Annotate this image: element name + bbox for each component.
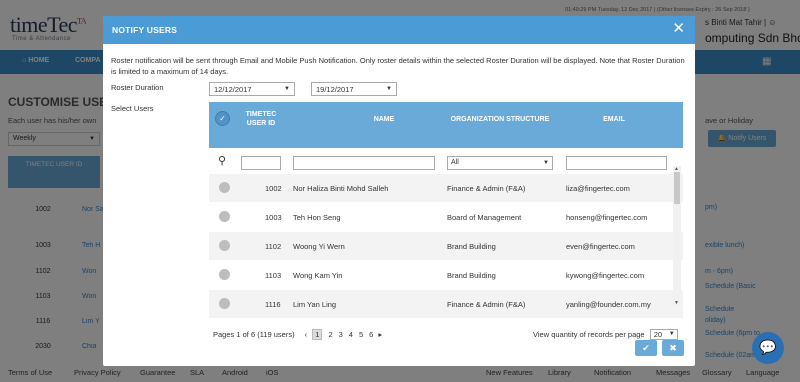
cell-email: liza@fingertec.com [566, 184, 630, 193]
cell-org: Brand Building [447, 271, 496, 280]
date-to-value: 19/12/2017 [316, 85, 354, 94]
date-from-select[interactable]: 12/12/2017 ▼ [209, 82, 295, 96]
cell-org: Brand Building [447, 242, 496, 251]
cancel-button[interactable]: ✖ [662, 340, 684, 356]
close-icon[interactable]: ✕ [672, 21, 685, 37]
chevron-down-icon: ▼ [284, 86, 290, 92]
cancel-icon: ✖ [669, 343, 677, 353]
cell-email: kywong@fingertec.com [566, 271, 645, 280]
chevron-down-icon: ▼ [386, 86, 392, 92]
row-select-checkbox[interactable] [219, 269, 230, 280]
table-row[interactable]: 1103 Wong Kam Yin Brand Building kywong@fin… [209, 261, 683, 289]
next-page-icon[interactable]: ▸ [378, 330, 382, 339]
per-page-select[interactable]: 20 ▼ [649, 329, 678, 340]
org-filter-select[interactable]: All ▼ [447, 156, 553, 170]
confirm-button[interactable]: ✔ [635, 340, 657, 356]
org-filter-value: All [451, 159, 459, 166]
user-id-filter-input[interactable] [241, 156, 281, 170]
cell-org: Board of Management [447, 213, 522, 222]
select-users-label: Select Users [111, 104, 154, 113]
users-table-body: 1002 Nor Haliza Binti Mohd Salleh Finance … [209, 174, 683, 320]
scrollbar-thumb[interactable] [674, 172, 680, 204]
name-filter-input[interactable] [293, 156, 435, 170]
cell-name: Wong Kam Yin [293, 271, 343, 280]
cell-email: honseng@fingertec.com [566, 213, 648, 222]
row-select-checkbox[interactable] [219, 211, 230, 222]
pagination-summary: Pages 1 of 6 (119 users) [213, 330, 295, 339]
page-link-6[interactable]: 6 [369, 330, 373, 339]
cell-name: Lim Yan Ling [293, 300, 337, 309]
email-filter-input[interactable] [566, 156, 667, 170]
page-link-4[interactable]: 4 [349, 330, 353, 339]
cell-email: yanling@founder.com.my [566, 300, 651, 309]
select-all-checkbox[interactable]: ✓ [215, 111, 230, 126]
chevron-down-icon: ▼ [543, 160, 549, 166]
date-to-select[interactable]: 19/12/2017 ▼ [311, 82, 397, 96]
cell-org: Finance & Admin (F&A) [447, 300, 526, 309]
col-user-id[interactable]: TIMETEC USER ID [237, 110, 285, 128]
table-scrollbar[interactable]: ▲ ▼ [673, 166, 681, 306]
cell-org: Finance & Admin (F&A) [447, 184, 526, 193]
chevron-down-icon: ▼ [668, 331, 675, 337]
modal-title: NOTIFY USERS [112, 25, 178, 35]
search-icon: ⚲ [218, 155, 227, 167]
cell-email: even@fingertec.com [566, 242, 635, 251]
users-table-header: ✓ TIMETEC USER ID NAME ORGANIZATION STRU… [209, 102, 683, 148]
cell-user-id: 1116 [265, 300, 281, 309]
page-link-5[interactable]: 5 [359, 330, 363, 339]
cell-name: Woong Yi Wern [293, 242, 345, 251]
prev-page-icon[interactable]: ‹ [305, 330, 308, 339]
roster-notice: Roster notification will be sent through… [111, 56, 685, 76]
table-row[interactable]: 1003 Teh Hon Seng Board of Management honse… [209, 203, 683, 231]
per-page-label: View quantity of records per page [533, 330, 645, 339]
row-select-checkbox[interactable] [219, 240, 230, 251]
records-per-page: View quantity of records per page 20 ▼ [533, 329, 678, 340]
scroll-down-icon[interactable]: ▼ [674, 300, 679, 306]
roster-duration-label: Roster Duration [111, 83, 164, 92]
cell-name: Teh Hon Seng [293, 213, 341, 222]
pagination: Pages 1 of 6 (119 users) ‹ 123456 ▸ [213, 329, 382, 340]
page-numbers: 123456 [309, 329, 376, 340]
check-icon: ✔ [642, 343, 650, 353]
col-org[interactable]: ORGANIZATION STRUCTURE [445, 115, 555, 124]
cell-user-id: 1102 [265, 242, 282, 251]
modal-header: NOTIFY USERS ✕ [103, 16, 695, 44]
table-row[interactable]: 1002 Nor Haliza Binti Mohd Salleh Finance … [209, 174, 683, 202]
row-select-checkbox[interactable] [219, 182, 230, 193]
per-page-value: 20 [653, 330, 663, 339]
cell-user-id: 1002 [265, 184, 282, 193]
chat-icon[interactable]: 💬 [752, 332, 784, 364]
cell-name: Nor Haliza Binti Mohd Salleh [293, 184, 389, 193]
filter-row: ⚲ All ▼ [209, 148, 683, 174]
page-link-1[interactable]: 1 [312, 329, 323, 340]
date-from-value: 12/12/2017 [214, 85, 252, 94]
page-link-2[interactable]: 2 [328, 330, 332, 339]
col-name[interactable]: NAME [349, 115, 419, 124]
notify-users-modal: NOTIFY USERS ✕ Roster notification will … [103, 16, 695, 366]
row-select-checkbox[interactable] [219, 298, 230, 309]
cell-user-id: 1103 [265, 271, 282, 280]
page-link-3[interactable]: 3 [339, 330, 343, 339]
table-row[interactable]: 1102 Woong Yi Wern Brand Building even@fing… [209, 232, 683, 260]
col-email[interactable]: EMAIL [579, 115, 649, 124]
cell-user-id: 1003 [265, 213, 282, 222]
table-row[interactable]: 1116 Lim Yan Ling Finance & Admin (F&A) yan… [209, 290, 683, 318]
